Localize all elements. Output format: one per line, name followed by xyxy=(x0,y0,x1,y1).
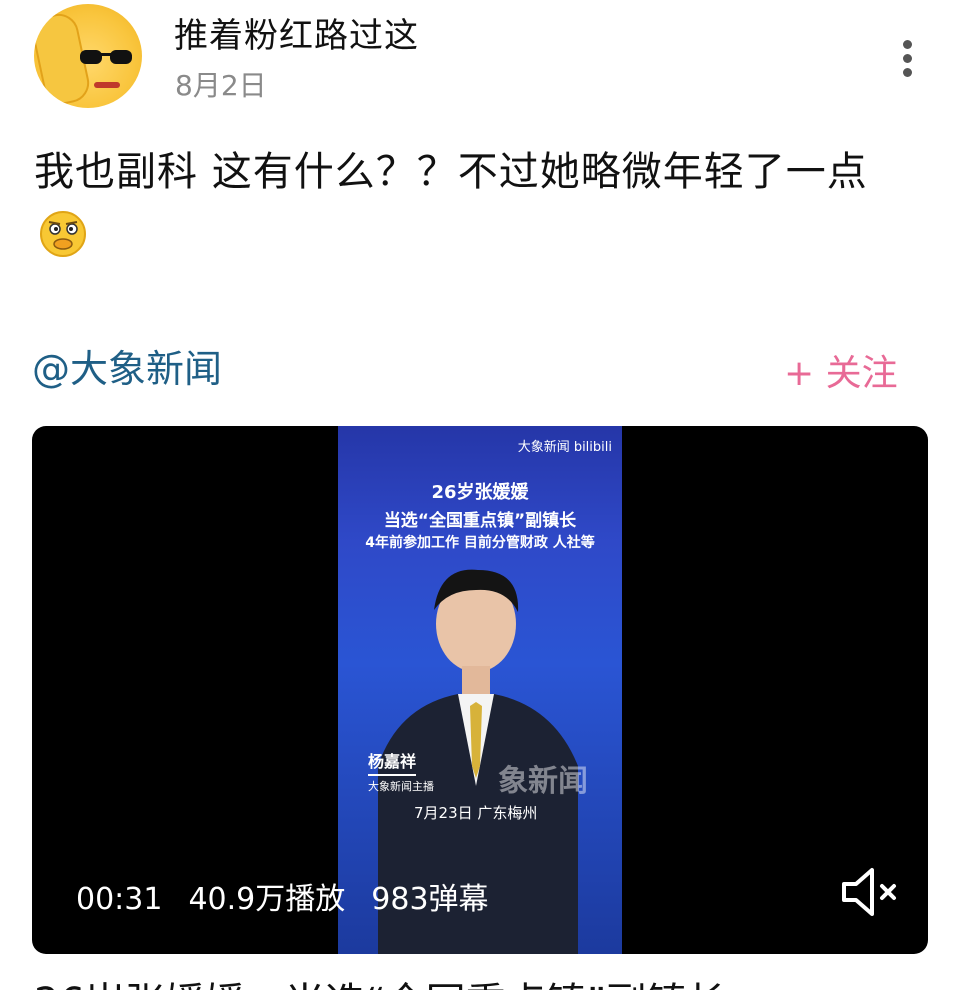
play-count: 40.9万播放 xyxy=(188,882,346,917)
sunglasses-icon xyxy=(80,50,132,64)
video-stats: 00:31 40.9万播放 983弹幕 xyxy=(76,874,515,918)
video-player[interactable]: 大象新闻 bilibili 26岁张媛媛 当选“全国重点镇”副镇长 4年前参加工… xyxy=(32,426,928,954)
avatar-mouth xyxy=(94,82,120,88)
news-logo: 象新闻 xyxy=(498,764,588,799)
anchor-role: 大象新闻主播 xyxy=(368,780,434,793)
more-options-icon[interactable] xyxy=(896,40,918,82)
mention-link[interactable]: @大象新闻 xyxy=(32,338,222,393)
username[interactable]: 推着粉红路过这 xyxy=(174,8,419,57)
post-body: 我也副科 这有什么？？不过她略微年轻了一点 xyxy=(34,140,919,268)
next-post-title[interactable]: 26岁张媛媛，当选“全国重点镇”副镇长 xyxy=(34,970,726,990)
anchor-name: 杨嘉祥 xyxy=(368,748,417,776)
video-watermark: 大象新闻 bilibili xyxy=(517,440,612,455)
avatar[interactable] xyxy=(34,4,142,108)
danmaku-count: 983弹幕 xyxy=(371,882,489,917)
post-date: 8月2日 xyxy=(175,69,267,102)
video-duration: 00:31 xyxy=(76,882,163,917)
video-headline-2: 当选“全国重点镇”副镇长 xyxy=(383,511,577,531)
mute-speaker-icon[interactable] xyxy=(838,864,900,920)
video-headline-1: 26岁张媛媛 xyxy=(431,482,529,503)
grimacing-face-icon xyxy=(40,211,86,257)
post-text: 我也副科 这有什么？？不过她略微年轻了一点 xyxy=(34,149,868,195)
video-headline-3: 4年前参加工作 目前分管财政 人社等 xyxy=(365,535,595,551)
follow-button[interactable]: + 关注 xyxy=(784,344,898,396)
place-date: 7月23日 广东梅州 xyxy=(414,804,538,822)
